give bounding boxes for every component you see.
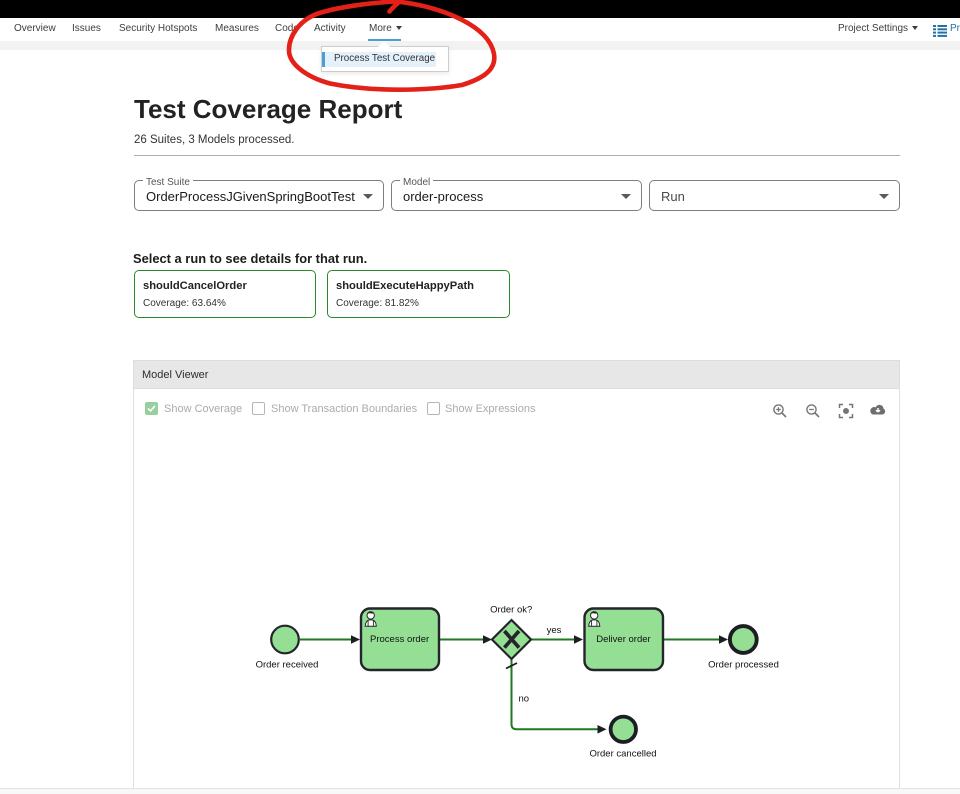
svg-text:Order ok?: Order ok?	[490, 605, 532, 616]
svg-text:Process order: Process order	[370, 634, 429, 645]
svg-text:yes: yes	[547, 625, 562, 636]
svg-text:Order processed: Order processed	[708, 660, 779, 671]
svg-text:Deliver order: Deliver order	[596, 634, 650, 645]
svg-text:Order cancelled: Order cancelled	[589, 749, 656, 760]
svg-text:no: no	[519, 694, 530, 705]
svg-text:Order received: Order received	[256, 660, 319, 671]
